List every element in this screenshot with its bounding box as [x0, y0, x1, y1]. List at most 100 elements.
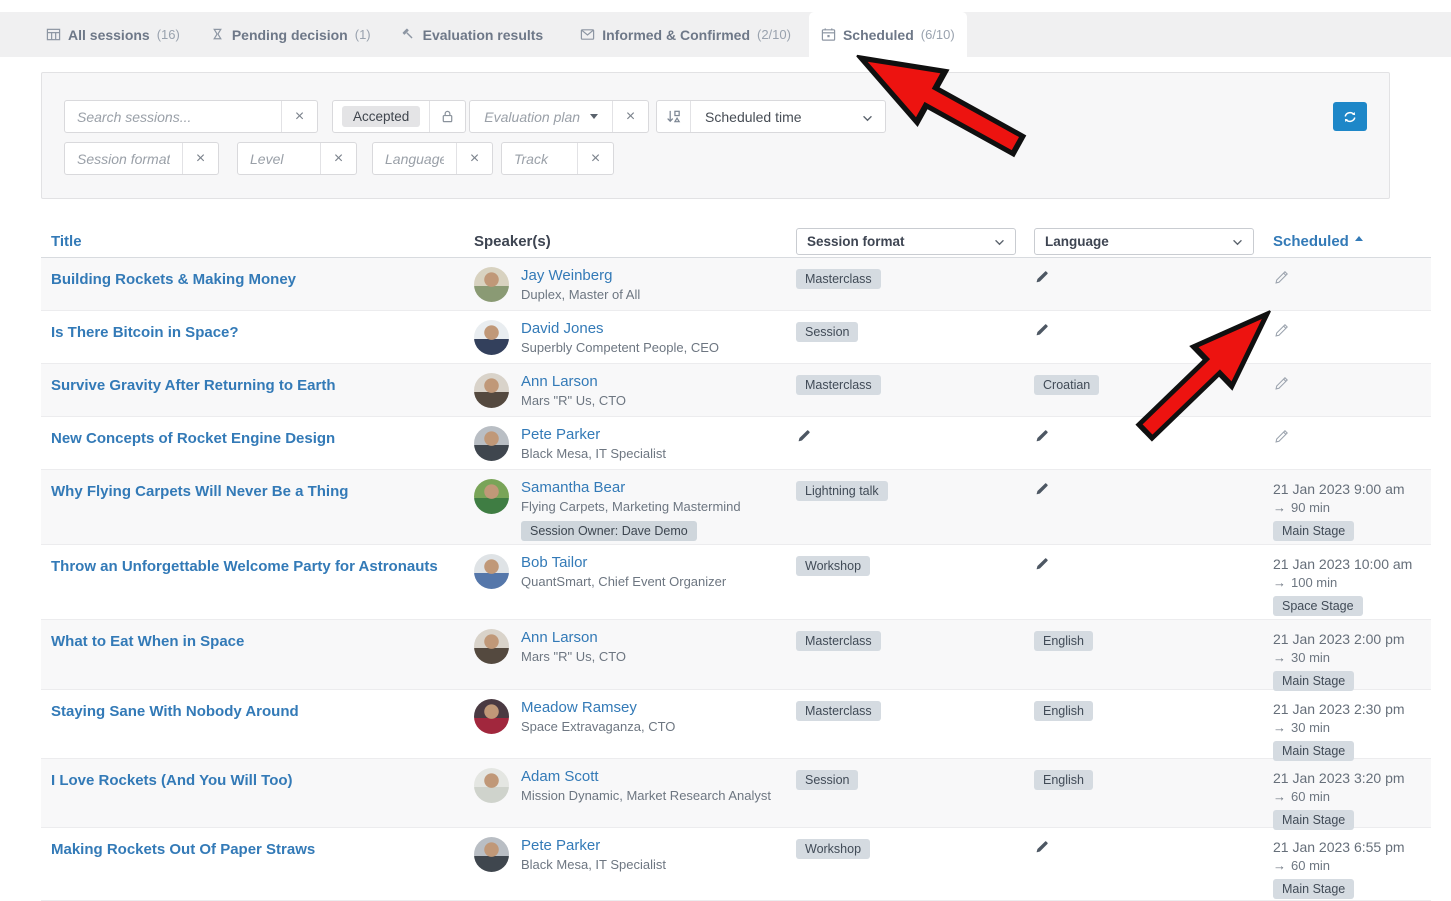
session-title-link[interactable]: New Concepts of Rocket Engine Design: [51, 430, 335, 447]
speaker-avatar[interactable]: [474, 554, 509, 589]
edit-language-pencil-icon[interactable]: [1034, 322, 1050, 338]
evaluation-plan-dropdown[interactable]: Evaluation plan: [470, 101, 612, 132]
session-title-link[interactable]: Throw an Unforgettable Welcome Party for…: [51, 558, 438, 575]
table-icon: [46, 27, 61, 42]
speaker-info: Pete Parker Black Mesa, IT Specialist: [521, 837, 666, 872]
sort-by-value: Scheduled time: [705, 109, 802, 125]
session-format-cell: Session: [796, 311, 1034, 363]
edit-schedule-pencil-icon[interactable]: [1273, 269, 1290, 286]
tab-pending-decision[interactable]: Pending decision (1): [198, 12, 383, 57]
session-title-link[interactable]: Survive Gravity After Returning to Earth: [51, 377, 336, 394]
speaker-avatar[interactable]: [474, 837, 509, 872]
speaker-avatar[interactable]: [474, 320, 509, 355]
session-format-column-select[interactable]: Session format: [796, 228, 1016, 255]
language-badge: Croatian: [1034, 375, 1099, 395]
clear-search-button[interactable]: ×: [281, 101, 317, 132]
title-cell: Is There Bitcoin in Space?: [41, 311, 474, 363]
session-format-filter-input[interactable]: [65, 143, 182, 174]
arrow-right-icon: →: [1273, 789, 1286, 804]
tab-informed-confirmed[interactable]: Informed & Confirmed (2/10): [568, 12, 803, 57]
speaker-name-link[interactable]: Pete Parker: [521, 426, 666, 443]
language-column-select[interactable]: Language: [1034, 228, 1254, 255]
stage-badge: Main Stage: [1273, 810, 1354, 830]
speaker-name-link[interactable]: Ann Larson: [521, 373, 626, 390]
speaker-name-link[interactable]: Samantha Bear: [521, 479, 741, 496]
clear-session-format-button[interactable]: ×: [182, 143, 218, 174]
calendar-icon: [821, 27, 836, 42]
clear-track-button[interactable]: ×: [577, 143, 613, 174]
speaker-avatar[interactable]: [474, 267, 509, 302]
language-filter-input[interactable]: [373, 143, 456, 174]
speaker-avatar[interactable]: [474, 629, 509, 664]
edit-schedule-pencil-icon[interactable]: [1273, 322, 1290, 339]
duration-value: 30 min: [1291, 720, 1330, 735]
speaker-info: David JonesSuperbly Competent People, CE…: [521, 320, 719, 355]
speaker-name-link[interactable]: Jay Weinberg: [521, 267, 640, 284]
speaker-name-link[interactable]: Pete Parker: [521, 837, 666, 854]
sort-direction-icon[interactable]: [657, 101, 691, 132]
search-input[interactable]: [65, 101, 281, 132]
speaker-name-link[interactable]: Ann Larson: [521, 629, 626, 646]
refresh-button[interactable]: [1333, 102, 1367, 131]
session-row: Survive Gravity After Returning to Earth…: [41, 364, 1431, 417]
status-chip-accepted[interactable]: Accepted: [342, 106, 420, 127]
gavel-icon: [401, 27, 416, 42]
speaker-avatar[interactable]: [474, 426, 509, 461]
scheduled-cell: 21 Jan 2023 2:30 pm→30 minMain Stage: [1273, 690, 1431, 761]
table-header-row: Title Speaker(s) Session format Language…: [41, 225, 1431, 258]
language-cell: [1034, 311, 1273, 363]
speaker-name-link[interactable]: David Jones: [521, 320, 719, 337]
edit-language-pencil-icon[interactable]: [1034, 481, 1050, 497]
speaker-avatar[interactable]: [474, 479, 509, 514]
sort-by-select[interactable]: Scheduled time: [691, 101, 885, 132]
speaker-affiliation: Black Mesa, IT Specialist: [521, 857, 666, 872]
edit-language-pencil-icon[interactable]: [1034, 428, 1050, 444]
scheduled-cell: 21 Jan 2023 10:00 am→100 minSpace Stage: [1273, 545, 1431, 619]
speaker-cell: Meadow RamseySpace Extravaganza, CTO: [474, 690, 796, 761]
clear-level-button[interactable]: ×: [320, 143, 356, 174]
session-format-column-value: Session format: [807, 234, 905, 249]
session-title-link[interactable]: Building Rockets & Making Money: [51, 271, 296, 288]
edit-schedule-pencil-icon[interactable]: [1273, 375, 1290, 392]
arrow-right-icon: →: [1273, 575, 1286, 590]
level-filter-input[interactable]: [238, 143, 320, 174]
track-filter-group: ×: [501, 142, 614, 175]
edit-language-pencil-icon[interactable]: [1034, 269, 1050, 285]
title-sort-header[interactable]: Title: [41, 233, 474, 250]
clear-evaluation-plan-button[interactable]: ×: [612, 101, 648, 132]
speaker-avatar[interactable]: [474, 699, 509, 734]
tab-scheduled[interactable]: Scheduled (6/10): [809, 12, 967, 57]
session-title-link[interactable]: Is There Bitcoin in Space?: [51, 324, 239, 341]
edit-language-pencil-icon[interactable]: [1034, 839, 1050, 855]
edit-session-format-pencil-icon[interactable]: [796, 428, 812, 444]
speaker-cell: Ann LarsonMars "R" Us, CTO: [474, 364, 796, 416]
scheduled-duration: →90 min: [1273, 500, 1431, 515]
tab-label: Scheduled: [843, 27, 914, 43]
speaker-name-link[interactable]: Meadow Ramsey: [521, 699, 675, 716]
speaker-name-link[interactable]: Adam Scott: [521, 768, 771, 785]
edit-schedule-pencil-icon[interactable]: [1273, 428, 1290, 445]
lock-icon[interactable]: [429, 101, 465, 132]
tab-evaluation-results[interactable]: Evaluation results: [389, 12, 563, 57]
session-format-cell: Lightning talk: [796, 470, 1034, 544]
session-title-link[interactable]: Making Rockets Out Of Paper Straws: [51, 841, 315, 858]
tab-label: All sessions: [68, 27, 150, 43]
session-row: Is There Bitcoin in Space? David JonesSup…: [41, 311, 1431, 364]
scheduled-sort-header[interactable]: Scheduled: [1273, 233, 1431, 250]
track-filter-input[interactable]: [502, 143, 577, 174]
session-title-link[interactable]: Staying Sane With Nobody Around: [51, 703, 299, 720]
clear-language-button[interactable]: ×: [456, 143, 492, 174]
speaker-avatar[interactable]: [474, 373, 509, 408]
speaker-info: Meadow RamseySpace Extravaganza, CTO: [521, 699, 675, 734]
speaker-affiliation: QuantSmart, Chief Event Organizer: [521, 574, 726, 589]
speaker-avatar[interactable]: [474, 768, 509, 803]
session-title-link[interactable]: What to Eat When in Space: [51, 633, 244, 650]
speaker-name-link[interactable]: Bob Tailor: [521, 554, 726, 571]
session-title-link[interactable]: I Love Rockets (And You Will Too): [51, 772, 293, 789]
session-title-link[interactable]: Why Flying Carpets Will Never Be a Thing: [51, 483, 348, 500]
scheduled-duration: →30 min: [1273, 720, 1431, 735]
speakers-header: Speaker(s): [474, 233, 796, 250]
speaker-cell: Adam ScottMission Dynamic, Market Resear…: [474, 759, 796, 830]
tab-all-sessions[interactable]: All sessions (16): [34, 12, 192, 57]
edit-language-pencil-icon[interactable]: [1034, 556, 1050, 572]
